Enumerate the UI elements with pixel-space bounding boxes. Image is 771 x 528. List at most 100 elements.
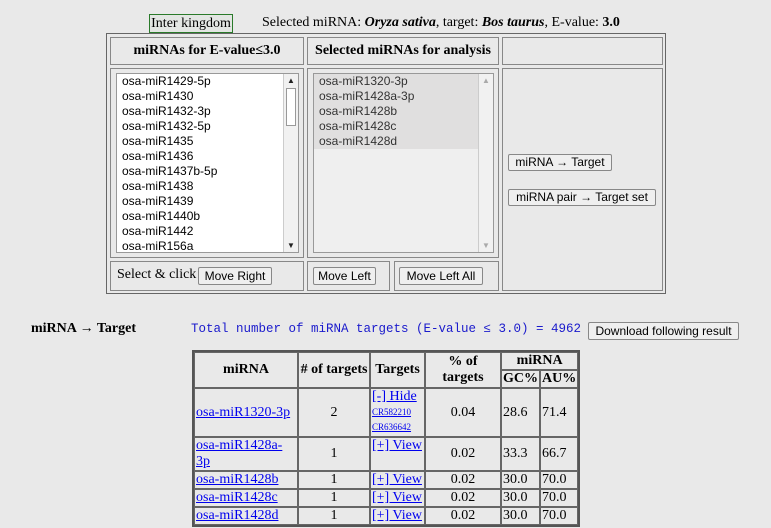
move-left-all-cell: Move Left All	[394, 261, 499, 291]
evalue-value: 3.0	[602, 15, 620, 30]
list-option[interactable]: osa-miR1428b	[314, 104, 493, 119]
list-option[interactable]: osa-miR1430	[117, 89, 298, 104]
toggle-targets-link[interactable]: [+] View	[372, 490, 422, 505]
toggle-targets-link[interactable]: [+] View	[372, 438, 422, 453]
col-header-au: AU%	[540, 370, 579, 388]
col-header-mirna-composition: miRNA	[501, 352, 579, 370]
mirna-cell[interactable]: osa-miR1428d	[194, 507, 298, 525]
total-targets-text: Total number of miRNA targets (E-value ≤…	[191, 322, 582, 336]
available-list-scrollbar[interactable]: ▲ ▼	[283, 74, 298, 252]
pct-targets-cell: 0.02	[425, 471, 501, 489]
move-left-button[interactable]: Move Left	[313, 267, 376, 285]
mirna-target-button[interactable]: miRNA → Target	[508, 154, 612, 171]
gc-cell: 28.6	[501, 388, 540, 437]
list-option[interactable]: osa-miR1440b	[117, 209, 298, 224]
available-mirnas-header: miRNAs for E-value≤3.0	[110, 37, 304, 65]
targets-cell: [+] View	[370, 471, 425, 489]
move-left-all-button[interactable]: Move Left All	[399, 267, 483, 285]
result-table: miRNA # of targets Targets % of targets …	[192, 350, 581, 527]
pct-targets-cell: 0.04	[425, 388, 501, 437]
target-accession-link[interactable]: CR636642	[372, 420, 423, 435]
scroll-up-icon[interactable]: ▲	[284, 74, 298, 87]
scrollbar-thumb[interactable]	[286, 88, 296, 126]
section-title: miRNA → Target	[31, 321, 136, 336]
num-targets-cell: 1	[298, 471, 370, 489]
targets-cell: [+] View	[370, 507, 425, 525]
list-option[interactable]: osa-miR1429-5p	[117, 74, 298, 89]
list-option[interactable]: osa-miR156a	[117, 239, 298, 252]
list-option[interactable]: osa-miR1320-3p	[314, 74, 493, 89]
list-option[interactable]: osa-miR1439	[117, 194, 298, 209]
scroll-down-icon[interactable]: ▼	[284, 239, 298, 252]
mirna-selection-panel: miRNAs for E-value≤3.0 Selected miRNAs f…	[106, 33, 666, 294]
mirna-link[interactable]: osa-miR1428a-3p	[196, 438, 282, 469]
mirna-cell[interactable]: osa-miR1428a-3p	[194, 437, 298, 471]
table-row: osa-miR1428b 1 [+] View 0.02 30.0 70.0	[194, 471, 579, 489]
num-targets-cell: 1	[298, 437, 370, 471]
inter-kingdom-button[interactable]: Inter kingdom	[149, 14, 233, 33]
list-option[interactable]: osa-miR1435	[117, 134, 298, 149]
gc-cell: 30.0	[501, 507, 540, 525]
gc-cell: 33.3	[501, 437, 540, 471]
col-header-num-targets: # of targets	[298, 352, 370, 388]
toggle-targets-link[interactable]: [+] View	[372, 508, 422, 523]
evalue-label: , E-value:	[544, 15, 599, 30]
available-mirnas-cell: osa-miR1429-5p osa-miR1430 osa-miR1432-3p o…	[110, 68, 304, 258]
list-option[interactable]: osa-miR1428c	[314, 119, 493, 134]
species-name: Oryza sativa	[364, 15, 436, 30]
col-header-gc: GC%	[501, 370, 540, 388]
mirna-link[interactable]: osa-miR1428d	[196, 508, 278, 523]
move-right-button[interactable]: Move Right	[198, 267, 272, 285]
mirna-pair-target-set-button[interactable]: miRNA pair → Target set	[508, 189, 656, 206]
list-option[interactable]: osa-miR1438	[117, 179, 298, 194]
au-cell: 66.7	[540, 437, 579, 471]
list-option[interactable]: osa-miR1428a-3p	[314, 89, 493, 104]
empty-header-cell	[502, 37, 663, 65]
pct-targets-cell: 0.02	[425, 507, 501, 525]
targets-cell: [+] View	[370, 437, 425, 471]
mirna-cell[interactable]: osa-miR1428c	[194, 489, 298, 507]
list-option[interactable]: osa-miR1442	[117, 224, 298, 239]
list-option[interactable]: osa-miR1432-3p	[117, 104, 298, 119]
list-option[interactable]: osa-miR1437b-5p	[117, 164, 298, 179]
selected-mirnas-cell: osa-miR1320-3p osa-miR1428a-3p osa-miR1428…	[307, 68, 499, 258]
table-row: osa-miR1428c 1 [+] View 0.02 30.0 70.0	[194, 489, 579, 507]
col-header-pct-targets: % of targets	[425, 352, 501, 388]
list-option[interactable]: osa-miR1428d	[314, 134, 493, 149]
mirna-link[interactable]: osa-miR1428b	[196, 472, 278, 487]
analysis-actions-cell: miRNA → Target miRNA pair → Target set	[502, 68, 663, 291]
toggle-targets-link[interactable]: [-] Hide	[372, 389, 417, 404]
toggle-targets-link[interactable]: [+] View	[372, 472, 422, 487]
mirna-cell[interactable]: osa-miR1320-3p	[194, 388, 298, 437]
selected-mirnas-listbox[interactable]: osa-miR1320-3p osa-miR1428a-3p osa-miR1428…	[313, 73, 494, 253]
target-accession-link[interactable]: CR582210	[372, 405, 423, 420]
au-cell: 70.0	[540, 471, 579, 489]
pct-targets-cell: 0.02	[425, 437, 501, 471]
col-header-mirna: miRNA	[194, 352, 298, 388]
move-left-cell: Move Left	[307, 261, 390, 291]
selection-summary: Selected miRNA: Oryza sativa, target: Bo…	[262, 14, 620, 32]
selected-mirnas-header: Selected miRNAs for analysis	[307, 37, 499, 65]
targets-cell: [-] Hide CR582210 CR636642	[370, 388, 425, 437]
au-cell: 70.0	[540, 507, 579, 525]
num-targets-cell: 1	[298, 507, 370, 525]
mirna-cell[interactable]: osa-miR1428b	[194, 471, 298, 489]
list-option[interactable]: osa-miR1432-5p	[117, 119, 298, 134]
mirna-link[interactable]: osa-miR1428c	[196, 490, 278, 505]
list-option[interactable]: osa-miR1436	[117, 149, 298, 164]
download-result-button[interactable]: Download following result	[588, 322, 739, 340]
col-header-targets: Targets	[370, 352, 425, 388]
select-hint: Select & click	[117, 267, 197, 282]
available-mirnas-listbox[interactable]: osa-miR1429-5p osa-miR1430 osa-miR1432-3p o…	[116, 73, 299, 253]
num-targets-cell: 2	[298, 388, 370, 437]
selected-list-scrollbar[interactable]: ▲ ▼	[478, 74, 493, 252]
gc-cell: 30.0	[501, 489, 540, 507]
target-label: , target:	[435, 15, 479, 30]
target-species: Bos taurus	[481, 15, 545, 30]
targets-cell: [+] View	[370, 489, 425, 507]
scroll-down-icon[interactable]: ▼	[479, 239, 493, 252]
move-right-cell: Select & click Move Right	[110, 261, 304, 291]
gc-cell: 30.0	[501, 471, 540, 489]
mirna-link[interactable]: osa-miR1320-3p	[196, 405, 290, 420]
scroll-up-icon[interactable]: ▲	[479, 74, 493, 87]
